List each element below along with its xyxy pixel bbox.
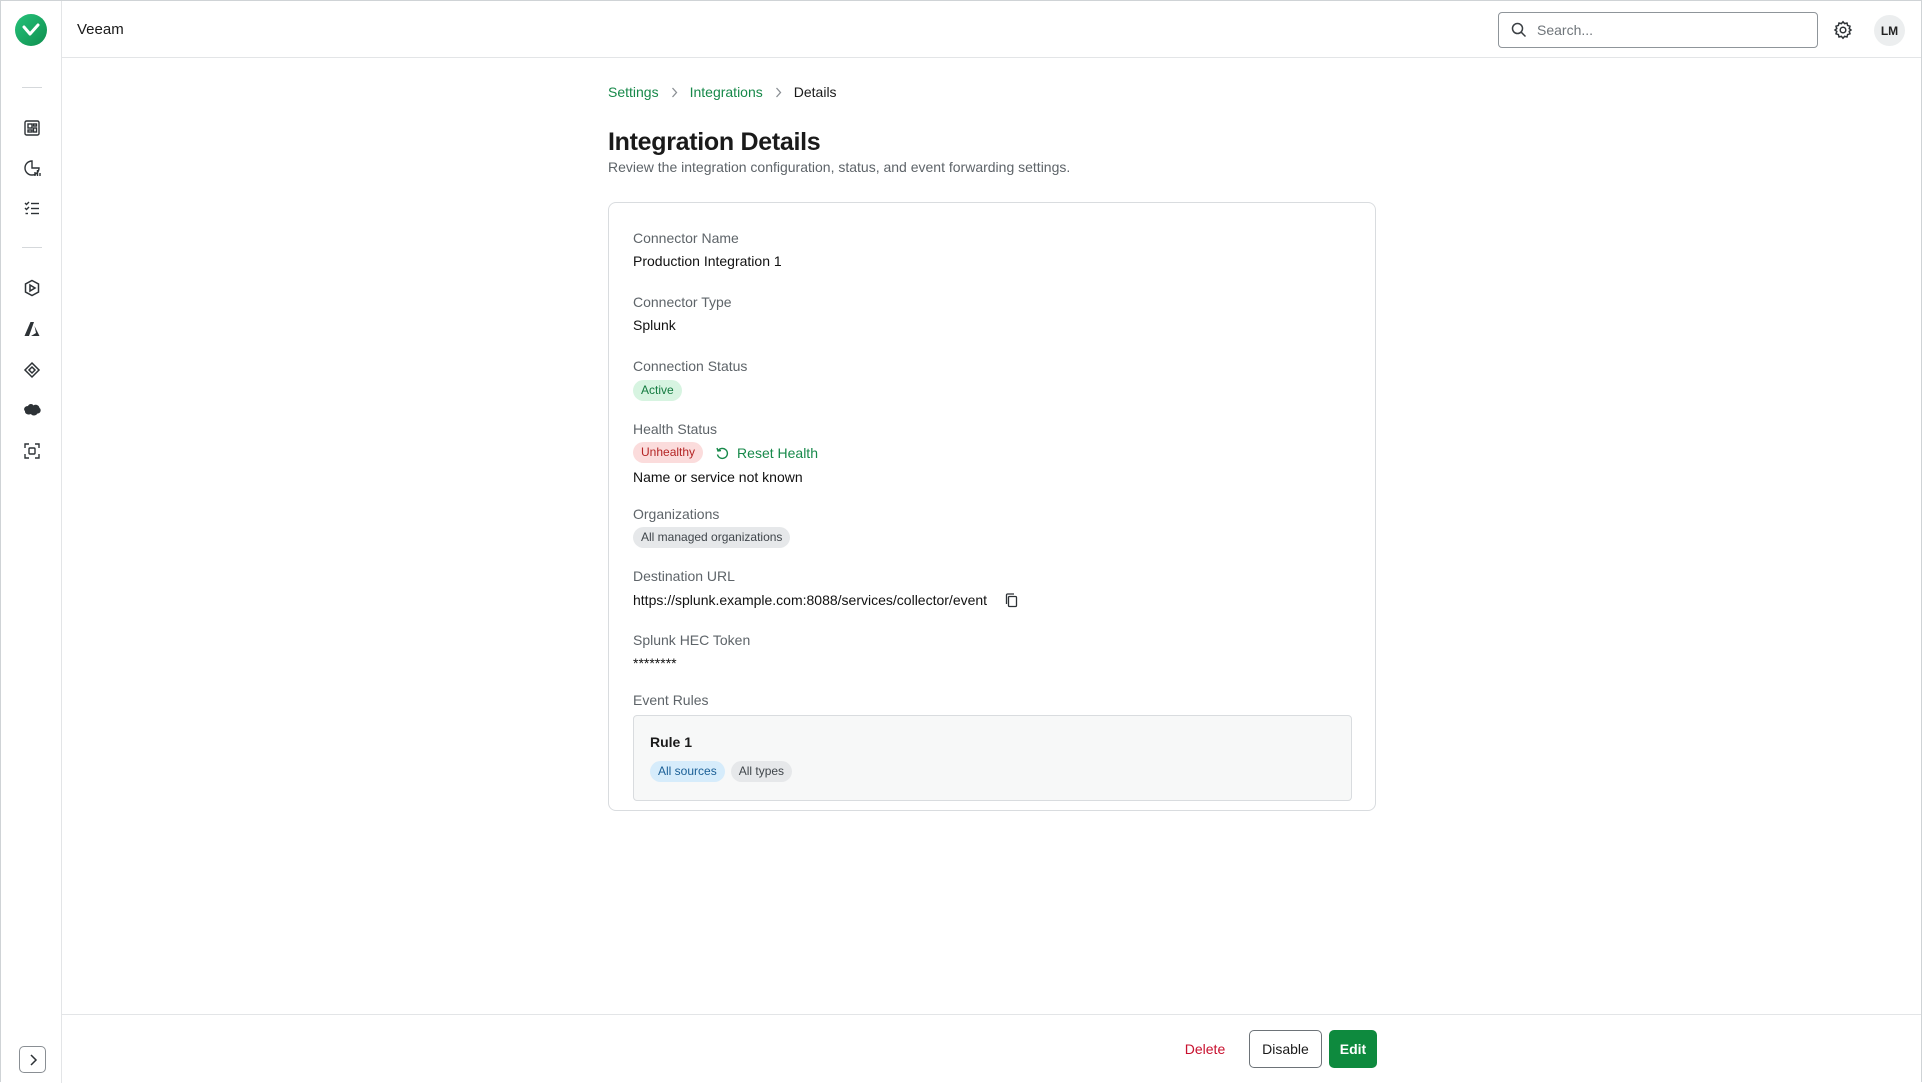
- field-label: Splunk HEC Token: [633, 632, 751, 648]
- page-subtitle: Review the integration configuration, st…: [608, 159, 1071, 175]
- settings-button[interactable]: [1832, 19, 1854, 41]
- search-input[interactable]: [1537, 22, 1807, 38]
- dashboard-icon[interactable]: [22, 118, 42, 138]
- field-label: Health Status: [633, 421, 718, 437]
- gcp-icon[interactable]: [22, 360, 42, 380]
- reset-health-button[interactable]: Reset Health: [715, 445, 818, 461]
- field-label: Organizations: [633, 506, 720, 522]
- app-frame: Veeam LM Settings Integrations Details I…: [0, 0, 1922, 1083]
- azure-icon[interactable]: [22, 319, 42, 339]
- destination-url-value: https://splunk.example.com:8088/services…: [633, 592, 988, 608]
- breadcrumb-settings[interactable]: Settings: [608, 84, 659, 100]
- search-icon: [1511, 22, 1527, 38]
- chevron-right-icon: [671, 87, 678, 98]
- reset-icon: [716, 447, 729, 459]
- organizations-field: Organizations All managed organizations: [633, 505, 1351, 548]
- rule-tag-sources: All sources: [650, 761, 725, 782]
- breadcrumb-current: Details: [793, 84, 837, 100]
- tasks-icon[interactable]: [22, 198, 42, 218]
- field-label: Event Rules: [633, 692, 709, 708]
- search-box[interactable]: [1498, 12, 1818, 48]
- connector-type-field: Connector Type Splunk: [633, 293, 1351, 334]
- scan-icon[interactable]: [22, 441, 42, 461]
- connection-status-field: Connection Status Active: [633, 357, 1351, 401]
- field-label: Connection Status: [633, 358, 748, 374]
- copy-icon: [1005, 592, 1018, 607]
- reset-health-label: Reset Health: [737, 444, 818, 461]
- details-card: Connector Name Production Integration 1 …: [608, 202, 1376, 811]
- rule-tag-types: All types: [730, 761, 793, 782]
- m365-icon[interactable]: [22, 278, 42, 298]
- page-title: Integration Details: [608, 128, 821, 156]
- hec-token-value: ********: [633, 655, 677, 671]
- veeam-logo[interactable]: [15, 14, 47, 46]
- sidebar-divider: [22, 87, 42, 88]
- app-name: Veeam: [77, 21, 124, 38]
- salesforce-icon[interactable]: [22, 400, 42, 420]
- organization-tag: All managed organizations: [633, 527, 791, 548]
- breadcrumb-integrations[interactable]: Integrations: [690, 84, 763, 100]
- connector-type-value: Splunk: [633, 317, 676, 333]
- delete-button[interactable]: Delete: [1178, 1030, 1232, 1068]
- user-avatar[interactable]: LM: [1874, 15, 1905, 46]
- breadcrumb: Settings Integrations Details: [608, 84, 837, 100]
- field-label: Destination URL: [633, 568, 735, 584]
- destination-url-field: Destination URL https://splunk.example.c…: [633, 567, 1351, 609]
- event-rules-field: Event Rules Rule 1 All sources All types: [633, 691, 1352, 801]
- chevron-right-icon: [29, 1053, 37, 1066]
- connector-name-field: Connector Name Production Integration 1: [633, 229, 1351, 270]
- event-rule-card: Rule 1 All sources All types: [633, 715, 1352, 801]
- status-badge-active: Active: [633, 380, 682, 401]
- edit-button[interactable]: Edit: [1329, 1030, 1377, 1068]
- sidebar: [1, 1, 62, 1083]
- connector-name-value: Production Integration 1: [633, 253, 782, 269]
- sidebar-divider: [22, 247, 42, 248]
- chevron-right-icon: [775, 87, 782, 98]
- disable-button[interactable]: Disable: [1249, 1030, 1322, 1068]
- field-label: Connector Type: [633, 294, 732, 310]
- hec-token-field: Splunk HEC Token ********: [633, 631, 1351, 672]
- status-badge-unhealthy: Unhealthy: [633, 442, 704, 463]
- copy-url-button[interactable]: [1005, 592, 1018, 608]
- gear-icon: [1833, 20, 1853, 40]
- health-message: Name or service not known: [633, 469, 803, 485]
- rule-title: Rule 1: [650, 734, 693, 750]
- reports-icon[interactable]: [22, 158, 42, 178]
- expand-sidebar-button[interactable]: [19, 1046, 46, 1073]
- field-label: Connector Name: [633, 230, 739, 246]
- top-bar: Veeam LM: [62, 1, 1921, 58]
- health-status-field: Health Status Unhealthy Reset Health Nam…: [633, 420, 1351, 486]
- action-footer: Delete Disable Edit: [62, 1014, 1921, 1083]
